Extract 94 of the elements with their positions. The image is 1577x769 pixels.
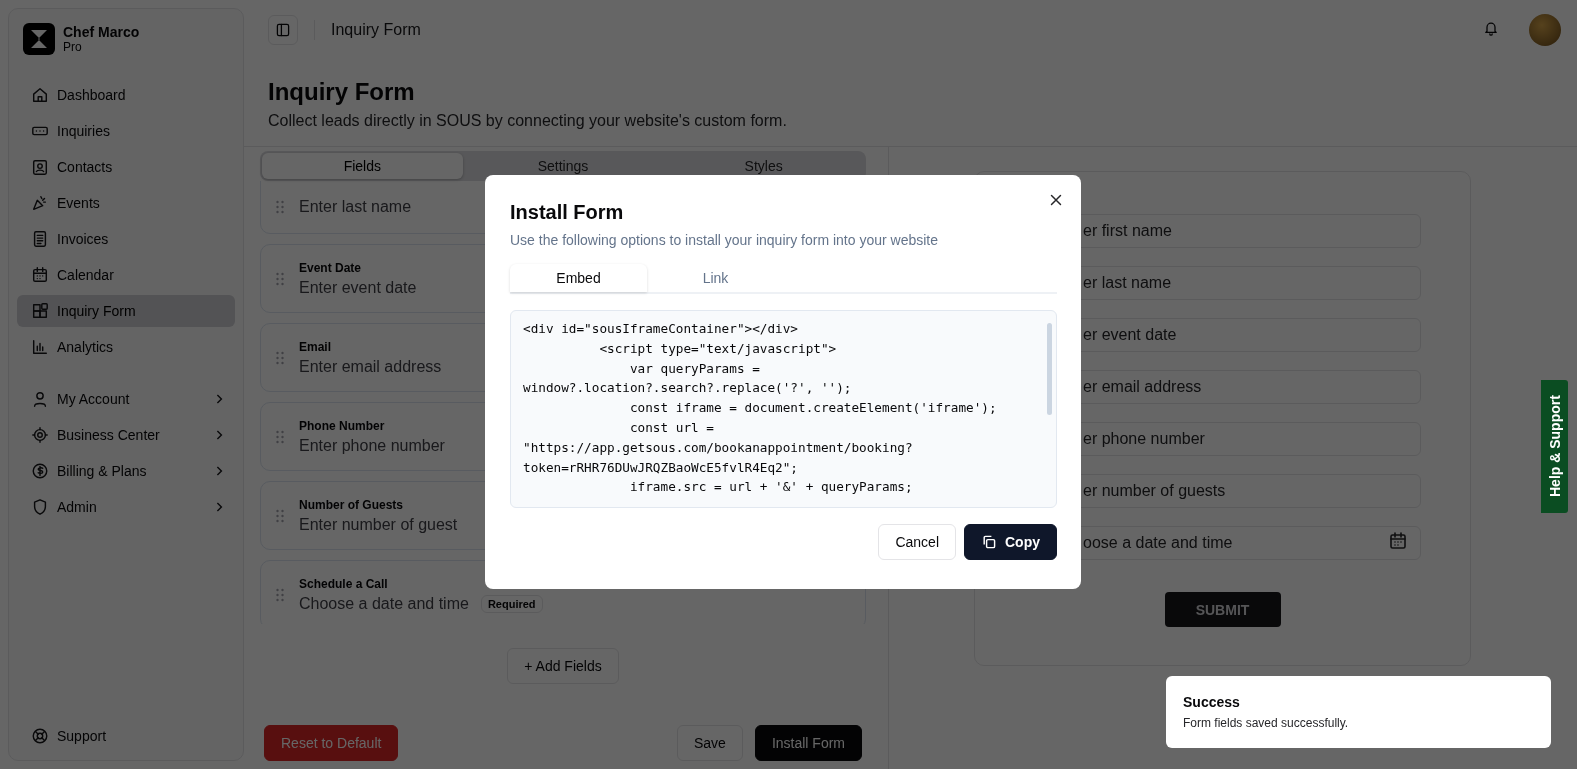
nav-label: Dashboard (57, 87, 126, 103)
calendar-icon (31, 266, 49, 284)
help-support-tab[interactable]: Help & Support (1541, 380, 1568, 513)
nav-label: Invoices (57, 231, 109, 247)
drag-handle-icon[interactable] (275, 199, 285, 214)
plan-label: Pro (63, 40, 83, 54)
bell-icon (1483, 20, 1499, 36)
placeholder-text: er first name (1083, 222, 1172, 240)
tab[interactable]: Styles (663, 153, 864, 179)
drag-handle-icon[interactable] (275, 271, 285, 286)
bar-chart-icon (31, 338, 49, 356)
required-tag: Required (480, 594, 543, 613)
contact-card-icon (31, 158, 49, 176)
nav-label: Events (57, 195, 100, 211)
blocks-icon (31, 302, 49, 320)
tab[interactable]: Embed (510, 264, 647, 292)
copy-icon (981, 534, 997, 550)
reset-button[interactable]: Reset to Default (264, 725, 399, 761)
save-button[interactable]: Save (676, 725, 743, 761)
scrollbar[interactable] (1047, 323, 1052, 415)
nav-label: Support (57, 728, 107, 744)
drag-handle-icon[interactable] (275, 429, 285, 444)
drag-handle-icon[interactable] (275, 587, 285, 602)
shield-icon (31, 498, 49, 516)
nav-item[interactable]: Events (17, 187, 235, 219)
install-form-button[interactable]: Install Form (754, 725, 862, 761)
sidebar-icon (275, 22, 291, 38)
user-name: Chef Marco (63, 24, 140, 40)
embed-code: <div id="sousIframeContainer"></div> <script type="text/javascript"> var queryParams = window?.location?.search?.replace('?', ''); const iframe = document.createElement('iframe'); const url = "https://app.getsous.com/bookanappointment/booking? token=rRHR76DUwJRQZBaoWcE5fvlR4Eq2"; iframe.src = url + '&' + queryParams; (522, 320, 998, 497)
lifebuoy-icon (31, 727, 49, 745)
submit-button[interactable]: SUBMIT (1164, 592, 1281, 627)
placeholder-text: er event date (1083, 326, 1177, 344)
page-subtitle: Collect leads directly in SOUS by connecting your website's custom form. (268, 112, 788, 130)
nav-item[interactable]: Business Center (17, 419, 235, 451)
nav-label: Analytics (57, 339, 114, 355)
nav-label: Contacts (57, 159, 113, 175)
nav-item[interactable]: Analytics (17, 331, 235, 363)
field-label: Schedule a Call (299, 576, 389, 591)
field-label: Number of Guests (299, 497, 404, 512)
nav-item[interactable]: Admin (17, 491, 235, 523)
page-title: Inquiry Form (268, 78, 416, 106)
field-label: Email (299, 339, 332, 354)
placeholder-text: er phone number (1083, 430, 1205, 448)
input-field[interactable]: Enter number of guest (299, 515, 458, 534)
field-label: Phone Number (299, 418, 386, 433)
input-field[interactable]: Enter email address (299, 357, 442, 376)
field-label: Event Date (299, 260, 363, 275)
placeholder-text: er last name (1083, 274, 1172, 292)
copy-button[interactable]: Copy (964, 524, 1057, 560)
toast-message: Form fields saved successfully. (1183, 716, 1350, 730)
nav-label: Billing & Plans (57, 463, 147, 479)
nav-label: Calendar (57, 267, 114, 283)
drag-handle-icon[interactable] (275, 508, 285, 523)
nav-item[interactable]: Calendar (17, 259, 235, 291)
cancel-button[interactable]: Cancel (878, 524, 956, 560)
dialog-description: Use the following options to install your inquiry form into your website (510, 232, 939, 248)
logo-icon (23, 23, 55, 55)
nav-item[interactable]: Dashboard (17, 79, 235, 111)
avatar[interactable] (1529, 14, 1561, 46)
code-box[interactable] (510, 310, 1057, 508)
nav-label: Inquiries (57, 123, 110, 139)
tab[interactable]: Fields (262, 153, 463, 179)
nav-item[interactable]: My Account (17, 383, 235, 415)
dialog-title: Install Form (510, 201, 625, 224)
sidebar-toggle-button[interactable] (268, 15, 298, 45)
nav-item[interactable]: Inquiry Form (17, 295, 235, 327)
nav-label: My Account (57, 391, 130, 407)
placeholder-text: oose a date and time (1083, 534, 1233, 552)
nav-label: Admin (57, 499, 97, 515)
nav-item[interactable]: Billing & Plans (17, 455, 235, 487)
placeholder-text: er number of guests (1083, 482, 1226, 500)
document-icon (31, 230, 49, 248)
user-icon (31, 390, 49, 408)
nav-item[interactable]: Invoices (17, 223, 235, 255)
placeholder-text: er email address (1083, 378, 1202, 396)
party-popper-icon (31, 194, 49, 212)
dollar-icon (31, 462, 49, 480)
home-icon (31, 86, 49, 104)
input-field[interactable]: Choose a date and time (299, 594, 469, 613)
breadcrumb: Inquiry Form (331, 21, 421, 39)
add-fields-button[interactable]: + Add Fields (507, 648, 619, 684)
nav-label: Inquiry Form (57, 303, 136, 319)
tab[interactable]: Settings (462, 153, 664, 179)
input-field[interactable]: Enter last name (299, 197, 412, 216)
calendar-icon (1388, 531, 1408, 551)
drag-handle-icon[interactable] (275, 350, 285, 365)
nav-item[interactable]: Contacts (17, 151, 235, 183)
input-field[interactable]: Enter phone number (299, 436, 445, 455)
toast-title: Success (1183, 694, 1241, 710)
input-field[interactable]: Enter event date (299, 278, 417, 297)
nav-label: Business Center (57, 427, 160, 443)
nav-item[interactable]: Inquiries (17, 115, 235, 147)
nav-item[interactable]: Support (17, 720, 235, 752)
tab[interactable]: Link (647, 264, 784, 292)
